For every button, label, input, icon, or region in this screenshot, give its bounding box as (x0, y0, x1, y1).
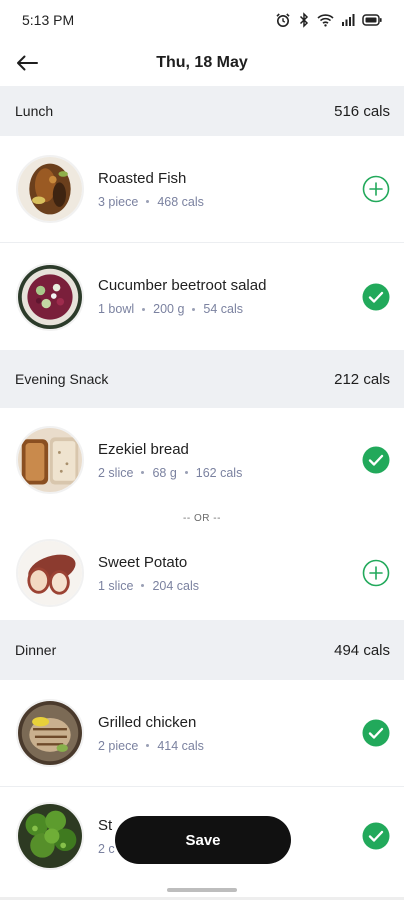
section-cals: 212 cals (334, 370, 390, 388)
separator-dot (146, 200, 150, 203)
food-name: Grilled chicken (98, 713, 197, 731)
food-meta: 2 slice 68 g 162 cals (98, 466, 362, 480)
food-quantity: 1 bowl (98, 302, 135, 316)
logged-check-button[interactable] (362, 283, 390, 311)
app-header: Thu, 18 May (0, 40, 404, 86)
alarm-icon (276, 13, 290, 27)
food-weight: 68 g (152, 465, 177, 480)
separator-dot (146, 744, 150, 747)
food-name: Ezekiel bread (98, 440, 189, 458)
food-quantity: 2 piece (98, 738, 139, 753)
food-item-roasted-fish[interactable]: Roasted Fish 3 piece 468 cals (0, 136, 404, 243)
section-title: Dinner (15, 642, 57, 658)
food-quantity: 2 c (98, 841, 115, 856)
check-circle-icon (362, 283, 390, 310)
separator-dot (141, 471, 145, 474)
section-cals: 494 cals (334, 641, 390, 659)
status-time: 5:13 PM (22, 12, 75, 28)
food-image-cucumber-beetroot-salad (16, 262, 84, 331)
section-header-lunch: Lunch 516 cals (0, 86, 404, 136)
section-header-evening-snack: Evening Snack 212 cals (0, 350, 404, 408)
status-bar: 5:13 PM (0, 0, 404, 40)
add-food-button[interactable] (362, 559, 390, 587)
food-image-broccoli (16, 802, 84, 870)
food-item-cucumber-beetroot-salad[interactable]: Cucumber beetroot salad 1 bowl 200 g 54 … (0, 243, 404, 350)
save-button[interactable]: Save (115, 816, 291, 864)
food-meta: 2 piece 414 cals (98, 739, 362, 753)
food-info: Cucumber beetroot salad 1 bowl 200 g 54 … (98, 277, 362, 316)
food-calories: 54 cals (203, 302, 244, 316)
food-item-sweet-potato[interactable]: Sweet Potato 1 slice 204 cals (0, 526, 404, 620)
section-title: Lunch (15, 103, 54, 119)
food-calories: 468 cals (157, 194, 204, 209)
signal-icon (342, 14, 355, 26)
food-quantity: 2 slice (98, 465, 134, 480)
food-calories: 414 cals (157, 738, 204, 753)
back-button[interactable] (12, 48, 42, 78)
check-circle-icon (362, 446, 390, 474)
plus-circle-icon (362, 559, 390, 587)
food-info: Sweet Potato 1 slice 204 cals (98, 554, 362, 593)
food-info: Ezekiel bread 2 slice 68 g 162 cals (98, 441, 362, 480)
back-arrow-icon (17, 55, 38, 71)
page-title: Thu, 18 May (156, 54, 248, 71)
food-image-sweet-potato (16, 539, 84, 607)
add-food-button[interactable] (362, 175, 390, 203)
food-item-grilled-chicken[interactable]: Grilled chicken 2 piece 414 cals (0, 680, 404, 787)
food-info: Roasted Fish 3 piece 468 cals (98, 170, 362, 209)
food-calories: 204 cals (152, 578, 199, 593)
separator-dot (141, 584, 145, 587)
food-weight: 200 g (153, 302, 185, 316)
food-meta: 1 bowl 200 g 54 cals (98, 302, 362, 316)
home-indicator[interactable] (167, 888, 237, 892)
section-cals: 516 cals (334, 102, 390, 120)
check-circle-icon (362, 822, 390, 850)
logged-check-button[interactable] (362, 719, 390, 747)
food-name: Roasted Fish (98, 169, 187, 187)
food-calories: 162 cals (195, 465, 243, 480)
food-image-ezekiel-bread (16, 426, 84, 494)
food-info: Grilled chicken 2 piece 414 cals (98, 714, 362, 753)
battery-icon (362, 14, 382, 26)
food-name: Sweet Potato (98, 553, 188, 571)
separator-dot (184, 471, 188, 474)
food-meta: 1 slice 204 cals (98, 579, 362, 593)
section-title: Evening Snack (15, 371, 109, 387)
plus-circle-icon (362, 175, 390, 203)
separator-dot (192, 307, 196, 311)
logged-check-button[interactable] (362, 822, 390, 850)
separator-dot (142, 307, 146, 311)
food-quantity: 1 slice (98, 578, 134, 593)
or-divider: -- OR -- (183, 513, 221, 524)
meal-list: Lunch 516 cals Roasted Fish 3 piece 468 … (0, 86, 404, 885)
logged-check-button[interactable] (362, 446, 390, 474)
section-header-dinner: Dinner 494 cals (0, 620, 404, 680)
food-meta: 3 piece 468 cals (98, 195, 362, 209)
bluetooth-icon (299, 12, 309, 28)
status-icons (275, 12, 382, 28)
food-name: Cucumber beetroot salad (98, 277, 267, 294)
food-item-ezekiel-bread[interactable]: Ezekiel bread 2 slice 68 g 162 cals (0, 408, 404, 512)
wifi-icon (317, 14, 334, 27)
food-image-grilled-chicken (16, 699, 84, 767)
check-circle-icon (362, 719, 390, 747)
food-image-roasted-fish (16, 155, 84, 223)
food-quantity: 3 piece (98, 194, 139, 209)
